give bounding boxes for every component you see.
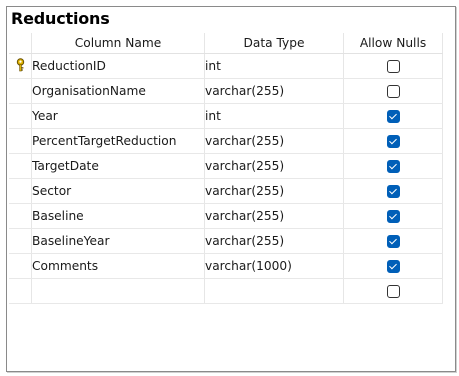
allow-nulls-cell[interactable] bbox=[343, 253, 443, 279]
checkbox-unchecked-icon[interactable] bbox=[386, 85, 400, 98]
allow-nulls-cell[interactable] bbox=[343, 203, 443, 229]
checkbox-checked-icon[interactable] bbox=[386, 260, 400, 273]
column-name-cell[interactable]: ReductionID bbox=[31, 53, 205, 79]
row-selector[interactable] bbox=[9, 203, 32, 229]
row-selector[interactable] bbox=[9, 178, 32, 204]
data-type-cell[interactable]: varchar(255) bbox=[204, 228, 344, 254]
data-type-cell[interactable]: varchar(255) bbox=[204, 128, 344, 154]
column-name-header[interactable]: Column Name bbox=[31, 33, 205, 54]
columns-grid: Column Name Data Type Allow Nulls Reduct… bbox=[9, 33, 443, 304]
row-selector[interactable] bbox=[9, 228, 32, 254]
data-type-cell[interactable]: int bbox=[204, 103, 344, 129]
column-name-cell[interactable]: OrganisationName bbox=[31, 78, 205, 104]
data-type-cell[interactable]: varchar(255) bbox=[204, 78, 344, 104]
checkbox-checked-icon[interactable] bbox=[386, 185, 400, 198]
data-type-cell[interactable]: varchar(255) bbox=[204, 178, 344, 204]
allow-nulls-cell[interactable] bbox=[343, 153, 443, 179]
table-row[interactable]: OrganisationName varchar(255) bbox=[9, 78, 443, 104]
table-row[interactable]: PercentTargetReduction varchar(255) bbox=[9, 128, 443, 154]
table-row-new[interactable] bbox=[9, 278, 443, 304]
column-name-cell[interactable]: Comments bbox=[31, 253, 205, 279]
row-selector[interactable] bbox=[9, 53, 32, 79]
table-designer-panel: Reductions Column Name Data Type Allow N… bbox=[6, 6, 456, 372]
table-row[interactable]: Comments varchar(1000) bbox=[9, 253, 443, 279]
row-selector[interactable] bbox=[9, 103, 32, 129]
column-name-cell[interactable] bbox=[31, 278, 205, 304]
checkbox-checked-icon[interactable] bbox=[386, 235, 400, 248]
allow-nulls-cell[interactable] bbox=[343, 103, 443, 129]
checkbox-checked-icon[interactable] bbox=[386, 210, 400, 223]
grid-header-row: Column Name Data Type Allow Nulls bbox=[9, 33, 443, 54]
data-type-cell[interactable]: varchar(1000) bbox=[204, 253, 344, 279]
table-title-bar[interactable]: Reductions bbox=[7, 7, 455, 31]
table-row[interactable]: Year int bbox=[9, 103, 443, 129]
data-type-cell[interactable]: varchar(255) bbox=[204, 153, 344, 179]
allow-nulls-cell[interactable] bbox=[343, 53, 443, 79]
table-row[interactable]: Baseline varchar(255) bbox=[9, 203, 443, 229]
checkbox-checked-icon[interactable] bbox=[386, 135, 400, 148]
allow-nulls-cell[interactable] bbox=[343, 228, 443, 254]
column-name-cell[interactable]: TargetDate bbox=[31, 153, 205, 179]
row-selector-header[interactable] bbox=[9, 33, 32, 54]
data-type-cell[interactable]: varchar(255) bbox=[204, 203, 344, 229]
row-selector[interactable] bbox=[9, 153, 32, 179]
table-row[interactable]: TargetDate varchar(255) bbox=[9, 153, 443, 179]
row-selector[interactable] bbox=[9, 78, 32, 104]
row-selector[interactable] bbox=[9, 253, 32, 279]
allow-nulls-cell[interactable] bbox=[343, 78, 443, 104]
column-name-cell[interactable]: Baseline bbox=[31, 203, 205, 229]
row-selector[interactable] bbox=[9, 128, 32, 154]
column-name-cell[interactable]: Year bbox=[31, 103, 205, 129]
allow-nulls-header[interactable]: Allow Nulls bbox=[343, 33, 443, 54]
column-name-cell[interactable]: Sector bbox=[31, 178, 205, 204]
column-name-cell[interactable]: PercentTargetReduction bbox=[31, 128, 205, 154]
data-type-cell[interactable]: int bbox=[204, 53, 344, 79]
table-row[interactable]: BaselineYear varchar(255) bbox=[9, 228, 443, 254]
data-type-cell[interactable] bbox=[204, 278, 344, 304]
column-name-cell[interactable]: BaselineYear bbox=[31, 228, 205, 254]
table-row[interactable]: Sector varchar(255) bbox=[9, 178, 443, 204]
checkbox-checked-icon[interactable] bbox=[386, 160, 400, 173]
row-selector[interactable] bbox=[9, 278, 32, 304]
allow-nulls-cell[interactable] bbox=[343, 278, 443, 304]
data-type-header[interactable]: Data Type bbox=[204, 33, 344, 54]
allow-nulls-cell[interactable] bbox=[343, 178, 443, 204]
table-title: Reductions bbox=[11, 9, 110, 28]
checkbox-checked-icon[interactable] bbox=[386, 110, 400, 123]
table-row[interactable]: ReductionID int bbox=[9, 53, 443, 79]
checkbox-unchecked-icon[interactable] bbox=[386, 285, 400, 298]
checkbox-unchecked-icon[interactable] bbox=[386, 60, 400, 73]
key-icon bbox=[15, 57, 26, 75]
allow-nulls-cell[interactable] bbox=[343, 128, 443, 154]
